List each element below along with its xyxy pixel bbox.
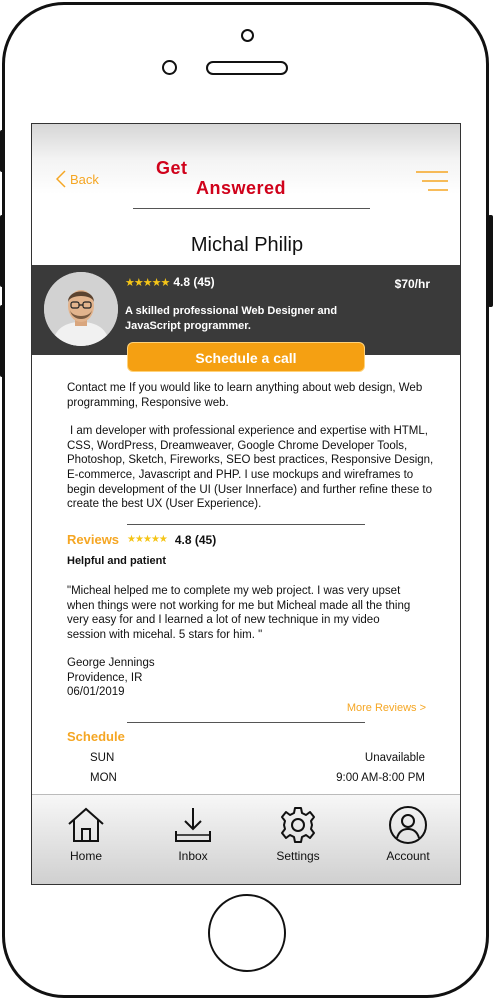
app-logo-line2: Answered xyxy=(196,178,287,198)
schedule-row: SUN Unavailable xyxy=(90,752,425,764)
review-author-location: Providence, IR xyxy=(67,671,143,684)
reviews-title: Reviews xyxy=(67,532,120,547)
review-subtitle: Helpful and patient xyxy=(67,555,166,567)
section-divider xyxy=(127,524,365,525)
header-divider xyxy=(133,208,370,209)
app-logo-line1: Get xyxy=(156,158,188,178)
profile-name: Michal Philip xyxy=(190,234,304,256)
review-text: "Micheal helped me to complete my web pr… xyxy=(67,585,411,641)
schedule-hours: Unavailable xyxy=(364,752,425,764)
reviews-header: Reviews ★★★★★ 4.8 (45) xyxy=(67,532,216,547)
hourly-rate: $70/hr xyxy=(394,277,430,291)
volume-up-button xyxy=(0,215,5,287)
profile-bio: A skilled professional Web Designer and … xyxy=(125,305,338,332)
chevron-left-icon xyxy=(56,170,66,188)
reviews-stars: ★★★★★ xyxy=(127,534,168,545)
about-section: Contact me If you would like to learn an… xyxy=(67,381,437,512)
section-divider xyxy=(127,722,365,723)
app-screen: Back Get Answered Michal Philip ★★★★★ 4.… xyxy=(31,123,461,885)
mute-switch xyxy=(0,130,5,172)
account-icon xyxy=(389,806,427,844)
about-paragraph: Contact me If you would like to learn an… xyxy=(67,382,423,409)
home-hardware-button[interactable] xyxy=(208,894,286,972)
nav-settings-label: Settings xyxy=(276,849,320,863)
nav-settings[interactable]: Settings xyxy=(258,805,338,863)
schedule-hours: 9:00 AM-8:00 PM xyxy=(336,772,425,784)
nav-inbox[interactable]: Inbox xyxy=(153,805,233,863)
proximity-sensor xyxy=(162,60,177,75)
nav-inbox-label: Inbox xyxy=(178,849,208,863)
nav-home-label: Home xyxy=(69,849,102,863)
more-reviews-link[interactable]: More Reviews > xyxy=(347,702,426,714)
earpiece-speaker xyxy=(206,61,288,75)
back-button[interactable]: Back xyxy=(56,170,99,188)
nav-home[interactable]: Home xyxy=(46,805,126,863)
nav-account-label: Account xyxy=(386,849,430,863)
about-paragraph: I am developer with professional experie… xyxy=(67,425,434,511)
bottom-nav: Home Inbox Settings Account xyxy=(32,794,460,884)
schedule-title: Schedule xyxy=(67,729,125,744)
rating-stars: ★★★★★ xyxy=(125,276,170,289)
avatar xyxy=(44,272,118,346)
schedule-call-button[interactable]: Schedule a call xyxy=(127,342,365,372)
review-author-name: George Jennings xyxy=(67,657,155,669)
reviews-rating: 4.8 (45) xyxy=(174,532,217,547)
nav-account[interactable]: Account xyxy=(368,805,448,863)
schedule-day: SUN xyxy=(90,752,115,764)
front-camera xyxy=(241,29,254,42)
profile-rating: ★★★★★ 4.8 (45) xyxy=(125,275,215,289)
review-date: 06/01/2019 xyxy=(67,686,125,699)
back-label: Back xyxy=(70,171,99,187)
gear-icon xyxy=(281,807,315,843)
power-button xyxy=(488,215,493,307)
schedule-row: MON 9:00 AM-8:00 PM xyxy=(90,772,425,784)
home-icon xyxy=(68,807,104,842)
filter-icon[interactable] xyxy=(416,169,448,193)
avatar-photo xyxy=(44,272,118,346)
review-author: George Jennings Providence, IR 06/01/201… xyxy=(67,656,155,700)
rating-value: 4.8 (45) xyxy=(173,275,215,289)
inbox-icon xyxy=(175,808,211,842)
schedule-day: MON xyxy=(90,772,117,784)
volume-down-button xyxy=(0,305,5,377)
